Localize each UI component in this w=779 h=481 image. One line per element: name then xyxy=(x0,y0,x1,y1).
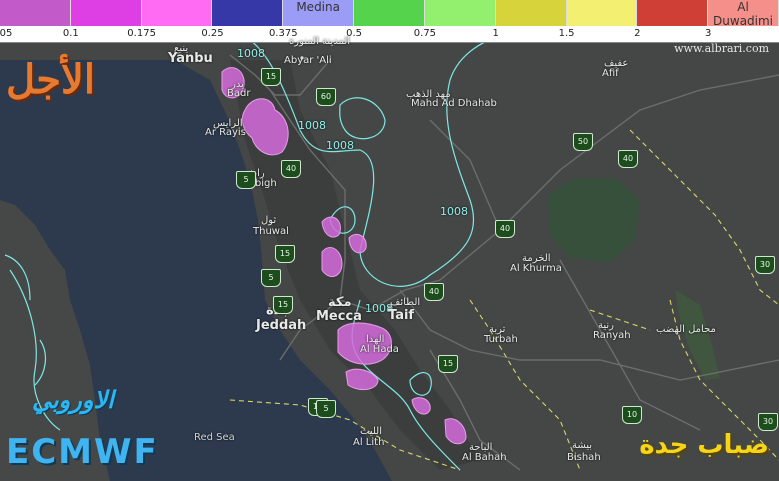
map-canvas[interactable] xyxy=(0,0,779,481)
model-name: ECMWF xyxy=(6,432,159,472)
legend-swatch xyxy=(495,0,567,26)
legend-tick-label: 05 xyxy=(0,28,13,39)
legend-tick-label: 2 xyxy=(634,28,641,39)
road-shield: 40 xyxy=(495,220,515,238)
legend-tick-label: 0.25 xyxy=(201,28,224,39)
place-mecca-ar: مكة xyxy=(328,295,352,310)
legend-swatch-label: Al Duwadimi xyxy=(713,0,774,28)
brand-logo-text: الأجل xyxy=(6,56,95,103)
road-shield: 40 xyxy=(281,160,301,178)
place-yanbu-en: Yanbu xyxy=(168,51,213,66)
legend-swatch: Medina xyxy=(283,0,355,26)
product-title: ضباب جدة xyxy=(639,430,769,460)
place-medina-ar: المدينة المنورة xyxy=(289,36,351,47)
model-name-arabic: الاوروبي xyxy=(32,386,114,414)
road-shield: 5 xyxy=(261,269,281,287)
road-shield: 60 xyxy=(316,88,336,106)
road-shield: 40 xyxy=(424,283,444,301)
place-hada-en: Al Hada xyxy=(360,344,399,355)
place-taif-en: Taif xyxy=(388,308,415,323)
place-jeddah-en: Jeddah xyxy=(256,318,307,333)
legend-tick-label: 0.1 xyxy=(62,28,79,39)
place-bahah-en: Al Bahah xyxy=(462,452,507,463)
place-turbah-en: Turbah xyxy=(484,334,518,345)
place-thuwal-ar: ثول xyxy=(261,215,277,226)
legend-tick-label: 0.75 xyxy=(413,28,437,39)
place-ranyah-en: Ranyah xyxy=(593,330,631,341)
legend-swatch xyxy=(566,0,638,26)
road-shield: 50 xyxy=(573,133,593,151)
road-shield: 5 xyxy=(236,171,256,189)
place-thuwal-en: Thuwal xyxy=(253,226,289,237)
legend-swatch-label: Medina xyxy=(296,0,340,14)
legend-swatch: Al Duwadimi xyxy=(708,0,779,28)
road-shield: 40 xyxy=(618,150,638,168)
road-shield: 15 xyxy=(275,245,295,263)
legend-tick-label: 1 xyxy=(492,28,499,39)
isobar-label: 1008 xyxy=(298,119,326,132)
legend-swatch xyxy=(424,0,496,26)
place-mecca-en: Mecca xyxy=(316,309,362,324)
place-lith-ar: الليث xyxy=(360,426,382,437)
legend-tick-label: 0.175 xyxy=(127,28,156,39)
road-shield: 30 xyxy=(755,256,775,274)
road-shield: 10 xyxy=(622,406,642,424)
road-shield: 15 xyxy=(261,68,281,86)
place-mahamil-ar: محامل الهضب xyxy=(656,324,716,335)
legend-tick-label: 1.5 xyxy=(558,28,575,39)
place-lith-en: Al Lith xyxy=(353,437,385,448)
road-shield: 5 xyxy=(316,400,336,418)
isobar-label: 1008 xyxy=(440,205,468,218)
legend-swatch xyxy=(212,0,284,26)
place-badr-en: Badr xyxy=(227,88,251,99)
isobar-label: 1008 xyxy=(326,139,354,152)
legend-swatch xyxy=(354,0,425,26)
place-bishah-ar: بيشة xyxy=(572,440,593,451)
legend-tick-row: 05 0.1 0.175 0.25 0.375 0.5 0.75 1 1.5 2 3 xyxy=(0,26,779,43)
road-shield: 15 xyxy=(273,296,293,314)
place-rayis-en: Ar Rayis xyxy=(205,127,246,138)
place-mahd-en: Mahd Ad Dhahab xyxy=(411,98,497,109)
legend-color-bar: Medina Al Duwadimi xyxy=(0,0,779,28)
legend-swatch xyxy=(141,0,213,26)
legend-swatch xyxy=(637,0,709,26)
isobar-label: 1008 xyxy=(237,47,265,60)
place-bishah-en: Bishah xyxy=(567,452,601,463)
road-shield: 15 xyxy=(438,355,458,373)
website-url: www.albrari.com xyxy=(674,42,769,55)
sea-label: Red Sea xyxy=(194,432,235,443)
legend-swatch xyxy=(70,0,142,26)
place-khurma-en: Al Khurma xyxy=(510,263,562,274)
legend-swatch xyxy=(0,0,71,26)
place-afif-en: Afif xyxy=(602,68,619,79)
place-taif-ar: الطائف xyxy=(390,297,421,308)
road-shield: 30 xyxy=(758,413,778,431)
place-abyar-en: Abyar 'Ali xyxy=(284,55,332,66)
legend-tick-label: 3 xyxy=(704,28,712,39)
